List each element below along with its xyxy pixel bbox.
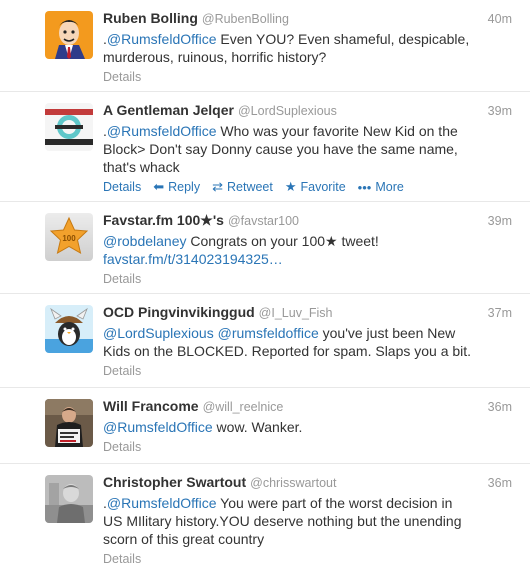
avatar-badge-text: 100 (62, 234, 76, 243)
tweet-text-part: Congrats on your 100★ tweet! (186, 233, 379, 249)
fullname[interactable]: OCD Pingvinvikinggud (103, 304, 255, 320)
mention-link[interactable]: @RumsfeldOffice (103, 419, 213, 435)
tweet-text-part: Even YOU? Even shameful, despicable, (216, 31, 470, 47)
tweet-header: Christopher Swartout @chrisswartout 36m (103, 474, 512, 492)
favorite-button[interactable]: ★ Favorite (285, 179, 346, 195)
avatar[interactable]: 100 (45, 213, 93, 261)
tweet-text-line: murderous, ruinous, horrific history? (103, 49, 327, 65)
fullname[interactable]: Favstar.fm 100★'s (103, 212, 224, 229)
tweet-text-line: scorn of this great country (103, 531, 265, 547)
fullname[interactable]: A Gentleman Jelqer (103, 102, 234, 118)
avatar[interactable] (45, 475, 93, 523)
reply-button[interactable]: ⬅ Reply (153, 179, 200, 195)
tweet-text: @robdelaney Congrats on your 100★ tweet!… (103, 232, 512, 268)
tweet-header: Favstar.fm 100★'s @favstar100 39m (103, 212, 512, 230)
tweet-actions: Details (103, 550, 512, 568)
tweet-item[interactable]: A Gentleman Jelqer @LordSuplexious 39m .… (0, 92, 530, 202)
tweet-actions: Details (103, 68, 512, 86)
timestamp[interactable]: 39m (488, 214, 512, 228)
tweet-actions: Details ⬅ Reply ⇄ Retweet ★ Favorite •••… (103, 178, 512, 196)
tweet-text-line: that's whack (103, 159, 180, 175)
fullname[interactable]: Will Francome (103, 398, 199, 414)
username[interactable]: @RubenBolling (202, 12, 289, 26)
reply-icon: ⬅ (153, 179, 165, 194)
tweet-text-part: you've just been New (318, 325, 456, 341)
details-link[interactable]: Details (103, 440, 141, 454)
more-icon: ••• (357, 179, 372, 195)
mention-link[interactable]: @RumsfeldOffice (107, 123, 217, 139)
mention-link[interactable]: @rumsfeldoffice (218, 325, 319, 341)
avatar[interactable] (45, 11, 93, 59)
details-link[interactable]: Details (103, 364, 141, 378)
mention-link[interactable]: @RumsfeldOffice (107, 31, 217, 47)
tweet-text-line: US MIlitary history.YOU deserve nothing … (103, 513, 462, 529)
tweet-text: .@RumsfeldOffice You were part of the wo… (103, 494, 512, 548)
timestamp[interactable]: 37m (488, 306, 512, 320)
username[interactable]: @favstar100 (228, 214, 299, 228)
retweet-button[interactable]: ⇄ Retweet (212, 179, 273, 195)
avatar[interactable] (45, 103, 93, 151)
tweet-item[interactable]: 100 Favstar.fm 100★'s @favstar100 39m @r… (0, 202, 530, 294)
star-icon: ★ (284, 179, 297, 194)
avatar[interactable] (45, 399, 93, 447)
timestamp[interactable]: 40m (488, 12, 512, 26)
tweet-text-line: Block> Don't say Donny cause you have th… (103, 141, 458, 157)
more-label: More (375, 180, 404, 194)
tweet-item[interactable]: Christopher Swartout @chrisswartout 36m … (0, 464, 530, 574)
more-button[interactable]: ••• More (358, 180, 404, 195)
mention-link[interactable]: @RumsfeldOffice (107, 495, 217, 511)
username[interactable]: @will_reelnice (203, 400, 284, 414)
tweet-text: @LordSuplexious @rumsfeldoffice you've j… (103, 324, 512, 360)
tweet-header: Will Francome @will_reelnice 36m (103, 398, 512, 416)
tweet-header: OCD Pingvinvikinggud @I_Luv_Fish 37m (103, 304, 512, 322)
tweet-actions: Details (103, 438, 512, 456)
mention-link[interactable]: @robdelaney (103, 233, 187, 249)
username[interactable]: @I_Luv_Fish (259, 306, 333, 320)
details-link[interactable]: Details (103, 180, 141, 194)
tweet-header: A Gentleman Jelqer @LordSuplexious 39m (103, 102, 512, 120)
fullname[interactable]: Christopher Swartout (103, 474, 246, 490)
timestamp[interactable]: 39m (488, 104, 512, 118)
tweet-text: .@RumsfeldOffice Who was your favorite N… (103, 122, 512, 176)
tweet-text-part: wow. Wanker. (212, 419, 303, 435)
fullname[interactable]: Ruben Bolling (103, 10, 198, 26)
url-link[interactable]: favstar.fm/t/314023194325… (103, 251, 283, 267)
timestamp[interactable]: 36m (488, 400, 512, 414)
tweet-text: @RumsfeldOffice wow. Wanker. (103, 418, 512, 436)
tweet-stream: Ruben Bolling @RubenBolling 40m .@Rumsfe… (0, 0, 530, 574)
tweet-item[interactable]: Will Francome @will_reelnice 36m @Rumsfe… (0, 388, 530, 464)
username[interactable]: @chrisswartout (250, 476, 336, 490)
tweet-item[interactable]: Ruben Bolling @RubenBolling 40m .@Rumsfe… (0, 0, 530, 92)
tweet-item[interactable]: OCD Pingvinvikinggud @I_Luv_Fish 37m @Lo… (0, 294, 530, 388)
tweet-text: .@RumsfeldOffice Even YOU? Even shameful… (103, 30, 512, 66)
retweet-label: Retweet (227, 180, 273, 194)
details-link[interactable]: Details (103, 552, 141, 566)
timestamp[interactable]: 36m (488, 476, 512, 490)
tweet-text-part: Who was your favorite New Kid on the (216, 123, 458, 139)
tweet-header: Ruben Bolling @RubenBolling 40m (103, 10, 512, 28)
mention-link[interactable]: @LordSuplexious (103, 325, 214, 341)
tweet-text-part: You were part of the worst decision in (216, 495, 453, 511)
reply-label: Reply (168, 180, 201, 194)
details-link[interactable]: Details (103, 70, 141, 84)
favorite-label: Favorite (300, 180, 346, 194)
avatar[interactable] (45, 305, 93, 353)
retweet-icon: ⇄ (212, 179, 223, 194)
tweet-actions: Details (103, 362, 512, 380)
username[interactable]: @LordSuplexious (238, 104, 337, 118)
details-link[interactable]: Details (103, 272, 141, 286)
tweet-text-line: Kids on the BLOCKED. Reported for spam. … (103, 343, 472, 359)
tweet-actions: Details (103, 270, 512, 288)
